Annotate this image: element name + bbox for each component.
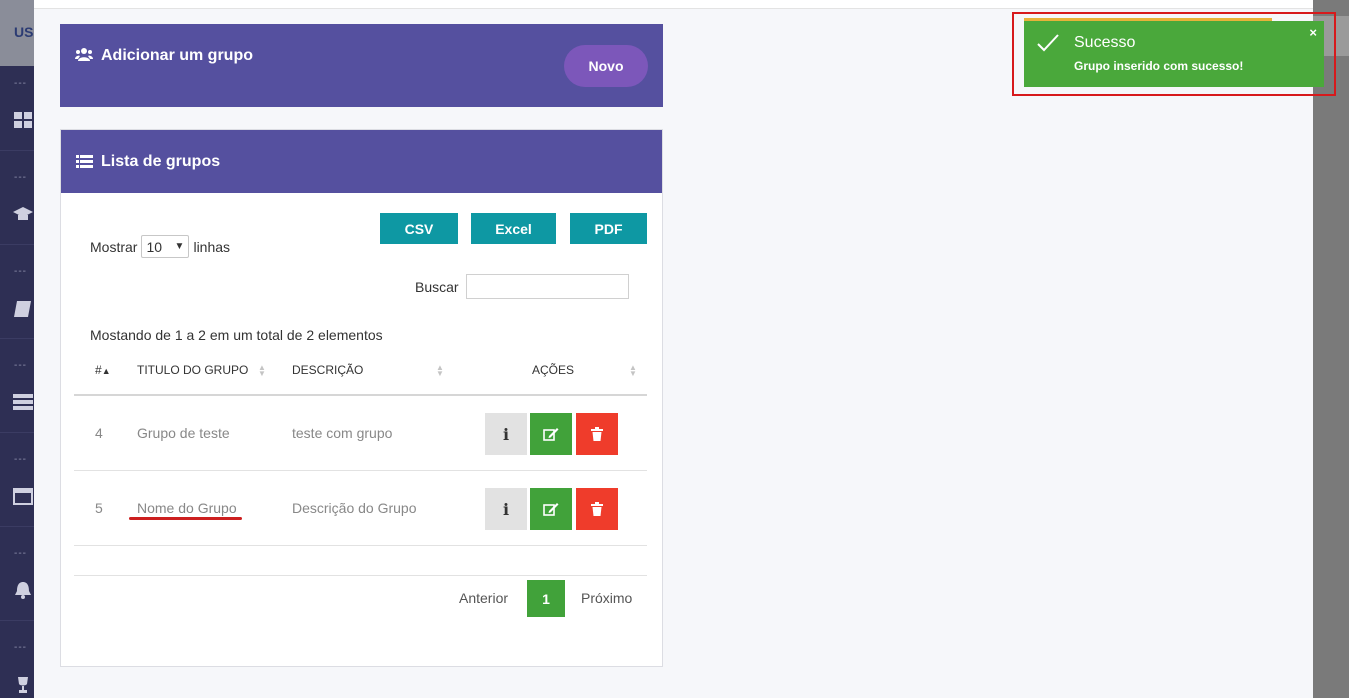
export-pdf-button[interactable]: PDF — [570, 213, 647, 244]
page-length-value: 10 — [146, 238, 163, 255]
info-icon: i — [502, 424, 510, 444]
info-button[interactable]: i — [485, 488, 527, 530]
page-length-control: Mostrar 10 ▼ linhas — [90, 235, 230, 258]
new-group-button[interactable]: Novo — [564, 45, 648, 87]
sidebar-dots: --- — [14, 642, 27, 653]
info-icon: i — [502, 499, 510, 519]
sidebar-dots: --- — [14, 78, 27, 89]
sort-icon: ▲ ▼ — [258, 363, 266, 378]
calendar-icon[interactable] — [13, 487, 33, 505]
sidebar-separator — [0, 620, 34, 621]
row-title: Nome do Grupo — [137, 500, 237, 516]
caret-down-icon: ▼ — [174, 241, 185, 252]
delete-button[interactable] — [576, 413, 618, 455]
sidebar-separator — [0, 338, 34, 339]
group-list-card: Lista de grupos CSV Excel PDF Mostrar 10… — [60, 129, 663, 667]
pagination-previous[interactable]: Anterior — [459, 590, 508, 606]
groups-modal: Adicionar um grupo Novo Lista de grupos … — [34, 0, 1313, 698]
trophy-icon[interactable] — [13, 676, 33, 694]
row-description: teste com grupo — [292, 425, 393, 441]
logo-area: US — [0, 0, 34, 66]
trash-icon — [591, 502, 603, 516]
bell-icon[interactable] — [13, 581, 33, 599]
logo: US — [14, 24, 34, 40]
sidebar-dots: --- — [14, 360, 27, 371]
sidebar-separator — [0, 526, 34, 527]
row-description: Descrição do Grupo — [292, 500, 417, 516]
group-list-header: Lista de grupos — [61, 130, 662, 193]
sort-icon: ▲ ▼ — [436, 363, 444, 378]
book-icon[interactable] — [13, 300, 33, 318]
background-overlay — [1313, 0, 1349, 698]
table-header: #▲ TITULO DO GRUPO ▲ ▼ DESCRIÇÃO ▲ ▼ AÇÕES… — [74, 353, 647, 396]
edit-icon — [543, 428, 559, 441]
row-id: 4 — [95, 425, 103, 441]
edit-icon — [543, 503, 559, 516]
graduation-cap-icon[interactable] — [13, 206, 33, 224]
highlight-box — [1012, 12, 1336, 96]
column-description[interactable]: DESCRIÇÃO — [292, 363, 363, 377]
add-group-card: Adicionar um grupo Novo — [60, 24, 663, 107]
export-csv-button[interactable]: CSV — [380, 213, 458, 244]
column-id-label: # — [95, 363, 102, 377]
row-title: Grupo de teste — [137, 425, 230, 441]
delete-button[interactable] — [576, 488, 618, 530]
column-id[interactable]: #▲ — [95, 363, 111, 377]
page-length-select[interactable]: 10 ▼ — [141, 235, 190, 258]
edit-button[interactable] — [530, 413, 572, 455]
search-control: Buscar — [415, 274, 629, 299]
export-excel-button[interactable]: Excel — [471, 213, 556, 244]
table-footer-divider — [74, 575, 647, 576]
info-button[interactable]: i — [485, 413, 527, 455]
sidebar-dots: --- — [14, 454, 27, 465]
sort-icon: ▲ ▼ — [629, 363, 637, 378]
add-group-title: Adicionar um grupo — [101, 47, 253, 64]
sidebar-separator — [0, 244, 34, 245]
sidebar-separator — [0, 150, 34, 151]
table-info: Mostando de 1 a 2 em um total de 2 eleme… — [90, 327, 383, 343]
list-icon[interactable] — [13, 393, 33, 411]
group-list-title: Lista de grupos — [101, 152, 221, 170]
trash-icon — [591, 427, 603, 441]
search-input[interactable] — [465, 274, 629, 299]
pagination-next[interactable]: Próximo — [581, 590, 632, 606]
row-id: 5 — [95, 500, 103, 516]
sidebar-dots: --- — [14, 548, 27, 559]
modal-top-bar — [34, 0, 1313, 9]
column-actions[interactable]: AÇÕES — [532, 363, 574, 377]
sidebar-dots: --- — [14, 172, 27, 183]
search-label: Buscar — [415, 278, 459, 295]
sidebar-dots: --- — [14, 266, 27, 277]
sidebar: US --- --- --- --- --- --- --- — [0, 0, 34, 698]
pagination-page-current[interactable]: 1 — [527, 580, 565, 617]
dashboard-icon[interactable] — [13, 111, 33, 129]
highlight-underline — [129, 517, 242, 520]
list-icon — [76, 155, 93, 168]
table-row: 4 Grupo de teste teste com grupo i — [74, 396, 647, 471]
show-label: Mostrar — [90, 238, 138, 255]
rows-label: linhas — [193, 238, 231, 255]
edit-button[interactable] — [530, 488, 572, 530]
sidebar-separator — [0, 432, 34, 433]
column-title[interactable]: TITULO DO GRUPO — [137, 363, 248, 377]
table-row: 5 Nome do Grupo Descrição do Grupo i — [74, 471, 647, 546]
users-icon — [75, 48, 93, 61]
sort-asc-icon: ▲ — [101, 366, 111, 376]
